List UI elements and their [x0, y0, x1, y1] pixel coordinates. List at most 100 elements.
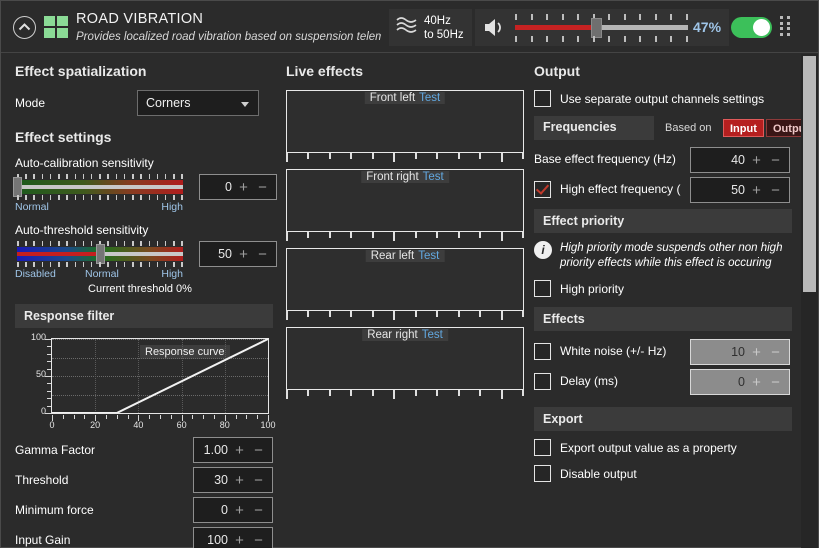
volume-slider[interactable] — [515, 13, 688, 43]
export-list: Export output value as a property Disable… — [534, 439, 792, 482]
chevron-up-icon[interactable] — [13, 16, 36, 39]
base-frequency-increment-button[interactable]: + — [747, 152, 766, 169]
export-option-checkbox[interactable] — [534, 465, 551, 482]
high-frequency-increment-button[interactable]: + — [747, 182, 766, 199]
tick — [33, 195, 35, 200]
output-title: Output — [534, 63, 580, 79]
tick — [82, 241, 85, 246]
autothresh-thumb[interactable] — [96, 244, 105, 264]
scrollbar-thumb[interactable] — [803, 56, 816, 292]
export-option-checkbox[interactable] — [534, 439, 551, 456]
tick — [49, 241, 52, 246]
filter-field-spinner[interactable]: 100 + − — [193, 527, 273, 548]
effect-option-row: White noise (+/- Hz) 10 + − — [534, 339, 792, 369]
filter-field-increment-button[interactable]: + — [230, 472, 249, 489]
tick — [140, 195, 142, 200]
filter-field-increment-button[interactable]: + — [230, 502, 249, 519]
filter-field-decrement-button[interactable]: − — [249, 502, 268, 519]
live-effects-column: Live effects Front left Test Front right Te… — [286, 63, 524, 406]
tick — [500, 390, 503, 399]
live-effect-test-button[interactable]: Test — [423, 171, 444, 183]
live-effect-test-button[interactable]: Test — [419, 92, 440, 104]
high-priority-row[interactable]: High priority — [534, 280, 792, 297]
separate-channels-row[interactable]: Use separate output channels settings — [534, 90, 792, 107]
chart-x-tick — [203, 415, 205, 419]
filter-field-decrement-button[interactable]: − — [249, 472, 268, 489]
filter-field-decrement-button[interactable]: − — [249, 532, 268, 548]
frequencies-bar: Frequencies Based on Input Output — [534, 116, 817, 140]
tick — [41, 241, 44, 246]
effect-enable-toggle[interactable] — [731, 17, 772, 38]
live-effect-panel: Rear left Test — [286, 248, 524, 320]
high-frequency-checkbox[interactable] — [534, 181, 551, 198]
frequencies-input-button[interactable]: Input — [723, 119, 764, 137]
tick — [522, 153, 524, 159]
autocal-thumb[interactable] — [13, 177, 22, 197]
autocal-increment-button[interactable]: + — [234, 179, 253, 196]
live-effect-ticks — [286, 311, 524, 320]
autocal-min-caption: Normal — [15, 201, 49, 213]
export-option-row[interactable]: Export output value as a property — [534, 439, 792, 456]
autocal-spinner[interactable]: 0 + − — [199, 174, 277, 200]
tick — [90, 241, 93, 246]
mode-dropdown[interactable]: Corners — [137, 90, 259, 116]
export-option-label: Disable output — [560, 466, 637, 481]
export-option-row[interactable]: Disable output — [534, 465, 792, 482]
tick — [181, 241, 183, 246]
autothresh-increment-button[interactable]: + — [234, 246, 253, 263]
tick — [164, 262, 167, 267]
tick — [479, 232, 482, 238]
filter-field-spinner[interactable]: 30 + − — [193, 467, 273, 493]
chart-x-tick — [160, 415, 161, 419]
filter-field-row: Gamma Factor 1.00 + − — [15, 436, 277, 464]
tick — [132, 174, 134, 179]
separate-channels-checkbox[interactable] — [534, 90, 551, 107]
tick — [457, 311, 460, 317]
tick — [156, 174, 159, 179]
tick — [107, 262, 109, 267]
base-frequency-spinner[interactable]: 40 + − — [690, 147, 790, 173]
tick — [90, 174, 93, 179]
tick — [173, 195, 175, 200]
speaker-icon[interactable] — [483, 17, 505, 43]
tick — [173, 241, 175, 246]
live-effect-test-button[interactable]: Test — [422, 329, 443, 341]
high-frequency-decrement-button[interactable]: − — [766, 182, 785, 199]
frequency-range-text: 40Hz to 50Hz — [424, 14, 464, 42]
base-frequency-decrement-button[interactable]: − — [766, 152, 785, 169]
chart-x-tick — [268, 415, 269, 421]
chart-y-tick — [47, 353, 51, 355]
live-effect-test-button[interactable]: Test — [418, 250, 439, 262]
autocal-decrement-button[interactable]: − — [253, 179, 272, 196]
chevron-down-icon — [241, 102, 249, 107]
chart-x-tick — [235, 415, 237, 419]
filter-field-spinner[interactable]: 1.00 + − — [193, 437, 273, 463]
drag-handle-icon[interactable] — [780, 16, 791, 39]
filter-field-increment-button[interactable]: + — [230, 442, 249, 459]
tick — [58, 262, 60, 267]
autothresh-value: 50 — [218, 247, 232, 261]
filter-field-spinner[interactable]: 0 + − — [193, 497, 273, 523]
tick — [328, 153, 331, 159]
tick — [107, 195, 109, 200]
effect-option-checkbox[interactable] — [534, 373, 551, 390]
tick — [58, 195, 60, 200]
tick — [140, 262, 142, 267]
autocal-slider[interactable] — [13, 174, 185, 200]
vertical-scrollbar[interactable] — [801, 54, 818, 548]
road-vibration-effect-panel: ROAD VIBRATION Provides localized road v… — [0, 0, 819, 548]
autothresh-decrement-button[interactable]: − — [253, 246, 272, 263]
high-priority-checkbox[interactable] — [534, 280, 551, 297]
filter-field-decrement-button[interactable]: − — [249, 442, 268, 459]
tick — [436, 153, 439, 159]
live-effect-name: Rear left — [370, 250, 415, 262]
tick — [350, 232, 353, 238]
autothresh-slider[interactable] — [15, 241, 185, 267]
high-frequency-spinner[interactable]: 50 + − — [690, 177, 790, 203]
volume-thumb[interactable] — [591, 18, 603, 38]
response-curve-line — [52, 339, 268, 413]
filter-field-increment-button[interactable]: + — [230, 532, 249, 548]
effect-option-checkbox[interactable] — [534, 343, 551, 360]
tick — [25, 174, 27, 179]
autothresh-spinner[interactable]: 50 + − — [199, 241, 277, 267]
